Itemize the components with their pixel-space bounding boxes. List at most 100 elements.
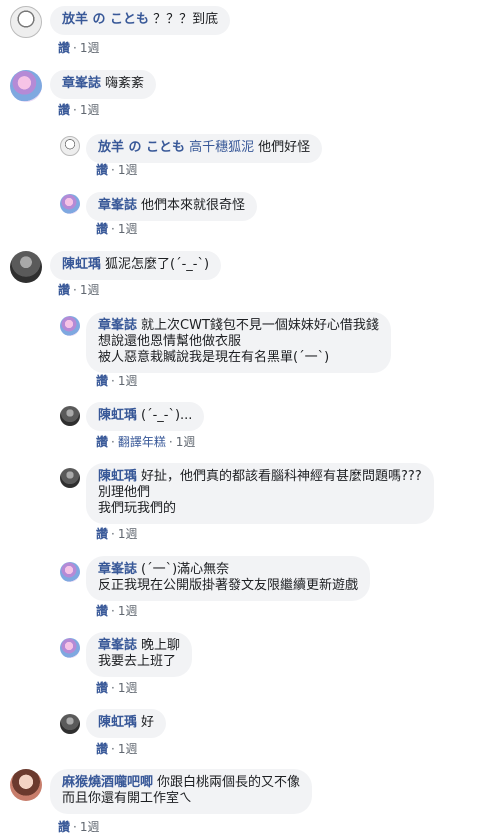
avatar[interactable]: [10, 251, 42, 283]
like-button[interactable]: 讚: [96, 374, 108, 388]
comment-bubble: 放羊 の ことも ？？？到底: [50, 6, 231, 35]
like-button[interactable]: 讚: [58, 103, 70, 117]
comment-text: (´-_-`)...: [141, 408, 193, 423]
comment-text: 好: [141, 715, 155, 730]
like-button[interactable]: 讚: [96, 527, 108, 541]
comment-line: 章峯誌 晚上聊: [98, 638, 180, 654]
separator: ·: [73, 820, 77, 834]
comment-author[interactable]: 陳虹瑀: [62, 257, 101, 272]
avatar[interactable]: [10, 769, 42, 801]
timestamp[interactable]: 1週: [118, 222, 138, 236]
comment-line: 章峯誌 (´一`)滿心無奈: [98, 562, 358, 578]
timestamp[interactable]: 1週: [80, 283, 100, 297]
comment-text: 晚上聊: [141, 638, 181, 653]
avatar[interactable]: [60, 406, 80, 426]
avatar[interactable]: [60, 638, 80, 658]
comment-text: 狐泥怎麼了(´-_-`): [105, 257, 210, 272]
separator: ·: [111, 374, 115, 388]
like-button[interactable]: 讚: [96, 435, 108, 449]
comment-text: 想說還他恩情幫他做衣服: [98, 334, 242, 349]
comment-author[interactable]: 章峯誌: [98, 638, 137, 653]
like-button[interactable]: 讚: [96, 681, 108, 695]
separator: ·: [111, 681, 115, 695]
like-button[interactable]: 讚: [58, 283, 70, 297]
avatar[interactable]: [60, 136, 80, 156]
avatar[interactable]: [60, 468, 80, 488]
comment-text: (´一`)滿心無奈: [141, 562, 230, 577]
timestamp[interactable]: 1週: [80, 103, 100, 117]
comment-actions: 讚 · 1週: [96, 742, 137, 756]
comment-author[interactable]: 章峯誌: [98, 198, 137, 213]
like-button[interactable]: 讚: [58, 41, 70, 55]
like-button[interactable]: 讚: [96, 604, 108, 618]
separator: ·: [111, 435, 115, 449]
comment-actions: 讚 · 1週: [58, 283, 99, 297]
comment-text: 他們本來就很奇怪: [141, 198, 246, 213]
comment-bubble: 章峯誌 他們本來就很奇怪: [86, 192, 258, 221]
comment-text: 好扯，他們真的都該看腦科神經有甚麼問題嗎???: [141, 469, 422, 484]
comment-line: 章峯誌 就上次CWT錢包不見一個妹妹好心借我錢: [98, 318, 379, 334]
comment-author[interactable]: 章峯誌: [98, 318, 137, 333]
like-button[interactable]: 讚: [58, 820, 70, 834]
comment-bubble: 陳虹瑀好: [86, 709, 167, 738]
avatar[interactable]: [10, 6, 42, 38]
comment-actions: 讚 · 1週: [58, 103, 99, 117]
comment-text: 我要去上班了: [98, 654, 177, 669]
timestamp[interactable]: 1週: [80, 41, 100, 55]
comment-text: 而且你還有開工作室ㄟ: [62, 791, 193, 806]
like-button[interactable]: 讚: [96, 222, 108, 236]
comment-author[interactable]: 放羊 の ことも: [62, 12, 149, 27]
translate-link[interactable]: 翻譯年糕: [118, 435, 166, 449]
timestamp[interactable]: 1週: [176, 435, 196, 449]
timestamp[interactable]: 1週: [118, 374, 138, 388]
comment-bubble: 章峯誌 晚上聊 我要去上班了: [86, 632, 193, 677]
timestamp[interactable]: 1週: [118, 742, 138, 756]
comment-line: 陳虹瑀 好扯，他們真的都該看腦科神經有甚麼問題嗎???: [98, 469, 422, 485]
separator: ·: [111, 222, 115, 236]
tagged-user[interactable]: 高千穗狐泥: [189, 140, 254, 155]
timestamp[interactable]: 1週: [80, 820, 100, 834]
separator: ·: [73, 283, 77, 297]
timestamp[interactable]: 1週: [118, 681, 138, 695]
comment-author[interactable]: 放羊 の ことも: [98, 140, 185, 155]
separator: ·: [111, 527, 115, 541]
comment-bubble: 章峯誌 嗨紊紊: [50, 70, 157, 99]
comment-text: 別理他們: [98, 485, 151, 500]
comment-line: 麻猴燒酒嚨吧唧 你跟白桃兩個長的又不像: [62, 775, 300, 791]
comment-author[interactable]: 陳虹瑀: [98, 408, 137, 423]
timestamp[interactable]: 1週: [118, 604, 138, 618]
separator: ·: [111, 163, 115, 177]
like-button[interactable]: 讚: [96, 163, 108, 177]
comment-actions: 讚 · 1週: [58, 820, 99, 834]
avatar[interactable]: [10, 70, 42, 102]
separator: ·: [111, 604, 115, 618]
comment-bubble: 章峯誌 (´一`)滿心無奈 反正我現在公開版掛著發文友限繼續更新遊戲: [86, 556, 371, 601]
comment-text: 他們好怪: [258, 140, 311, 155]
comment-author[interactable]: 陳虹瑀: [98, 715, 137, 730]
comment-author[interactable]: 麻猴燒酒嚨吧唧: [62, 775, 153, 790]
like-button[interactable]: 讚: [96, 742, 108, 756]
comment-text: 我們玩我們的: [98, 501, 177, 516]
comment-thread: 放羊 の ことも ？？？到底 讚 · 1週 章峯誌 嗨紊紊 讚 · 1週 放羊 の ことも高…: [0, 0, 493, 839]
avatar[interactable]: [60, 194, 80, 214]
timestamp[interactable]: 1週: [118, 163, 138, 177]
avatar[interactable]: [60, 562, 80, 582]
comment-author[interactable]: 章峯誌: [98, 562, 137, 577]
comment-bubble: 麻猴燒酒嚨吧唧 你跟白桃兩個長的又不像 而且你還有開工作室ㄟ: [50, 769, 313, 814]
comment-text: 嗨紊紊: [105, 76, 145, 91]
comment-bubble: 陳虹瑀 好扯，他們真的都該看腦科神經有甚麼問題嗎??? 別理他們 我們玩我們的: [86, 463, 434, 524]
comment-actions: 讚 · 1週: [96, 374, 137, 388]
avatar[interactable]: [60, 316, 80, 336]
comment-actions: 讚 · 1週: [58, 41, 99, 55]
separator: ·: [168, 435, 173, 449]
comment-actions: 讚 · 1週: [96, 527, 137, 541]
comment-author[interactable]: 章峯誌: [62, 76, 101, 91]
comment-actions: 讚 · 1週: [96, 604, 137, 618]
comment-actions: 讚 · 翻譯年糕 · 1週: [96, 435, 195, 449]
timestamp[interactable]: 1週: [118, 527, 138, 541]
comment-bubble: 章峯誌 就上次CWT錢包不見一個妹妹好心借我錢 想說還他恩情幫他做衣服 被人惡意栽…: [86, 312, 391, 373]
separator: ·: [73, 41, 77, 55]
avatar[interactable]: [60, 714, 80, 734]
comment-actions: 讚 · 1週: [96, 681, 137, 695]
comment-author[interactable]: 陳虹瑀: [98, 469, 137, 484]
